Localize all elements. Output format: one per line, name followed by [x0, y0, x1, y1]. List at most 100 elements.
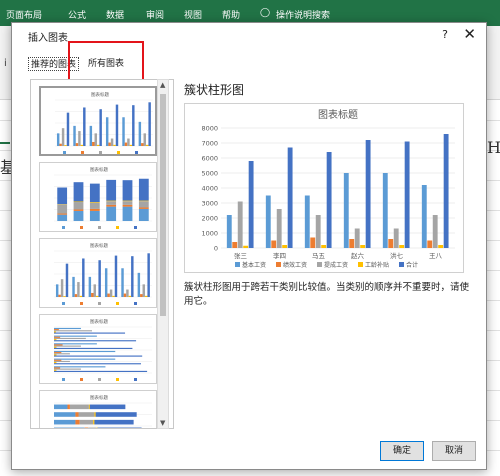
lightbulb-icon: ◯: [260, 8, 271, 18]
thumbnail-bar: [73, 201, 84, 203]
thumbnail-bar: [54, 330, 92, 332]
bar-0-0: [226, 215, 232, 248]
thumbnail-bar: [54, 332, 126, 334]
thumbnail-bar: [138, 207, 149, 209]
cancel-button[interactable]: 取消: [432, 441, 476, 461]
thumbnail-clustered-column[interactable]: 图表标题: [39, 86, 157, 156]
ribbon-tab-page-layout[interactable]: 页面布局: [6, 8, 42, 21]
thumbnail-bar: [57, 214, 68, 221]
thumbnail-bar: [96, 427, 98, 428]
thumbnail-bar: [94, 419, 134, 425]
thumbnail-bar: [94, 133, 97, 146]
thumbnail-bar: [89, 202, 100, 203]
thumbnail-bar: [110, 138, 114, 146]
thumbnail-bar: [99, 109, 102, 146]
thumbnail-legend-swatch: [80, 226, 83, 229]
thumbnail-chart: 图表标题: [55, 91, 153, 154]
thumbnail-bar: [92, 141, 95, 146]
thumbnail-legend-swatch: [99, 151, 102, 154]
thumbnail-bar: [106, 200, 117, 202]
thumbnail-bar: [54, 345, 81, 347]
help-button[interactable]: ?: [442, 28, 448, 41]
thumbnail-bar: [132, 105, 135, 146]
thumbnail-legend-swatch: [116, 378, 119, 381]
thumbnail-bar: [106, 204, 117, 207]
thumbnail-bar: [54, 355, 143, 357]
thumbnail-bar: [94, 412, 96, 417]
thumbnail-stacked-column[interactable]: 图表标题: [39, 162, 157, 232]
thumbnail-legend-swatch: [80, 378, 83, 381]
thumbnail-stacked-bar[interactable]: 图表标题: [39, 390, 157, 428]
thumbnail-legend-swatch: [98, 226, 101, 229]
x-tick-label: 王八: [429, 252, 443, 260]
bar-4-0: [248, 161, 254, 248]
scroll-thumb[interactable]: [160, 94, 166, 316]
ok-button[interactable]: 确定: [380, 441, 424, 461]
thumbnail-clustered-column-alt[interactable]: 图表标题: [39, 238, 157, 308]
thumbnail-bar: [73, 202, 84, 210]
thumbnail-bar: [57, 187, 68, 205]
thumbnail-bar: [96, 144, 100, 146]
thumbnail-chart: 图表标题: [54, 166, 152, 229]
thumbnail-bar: [80, 144, 84, 146]
thumbnail-bar: [73, 182, 84, 202]
thumbnail-bar: [123, 293, 127, 297]
thumbnail-bar: [75, 143, 79, 146]
chart-list-scrollbar[interactable]: ▲ ▼: [157, 79, 169, 429]
scroll-up-icon[interactable]: ▲: [160, 81, 165, 89]
thumbnail-chart: 图表标题: [54, 318, 152, 381]
thumbnail-bar: [138, 208, 149, 221]
thumbnail-bar: [83, 107, 86, 146]
thumbnail-bar: [122, 200, 133, 202]
ribbon-tab-formulas[interactable]: 公式: [68, 8, 86, 21]
thumbnail-legend-swatch: [98, 378, 101, 381]
thumbnail-bar: [88, 404, 90, 410]
ribbon-tab-review[interactable]: 审阅: [146, 8, 164, 21]
ribbon-tab-view[interactable]: 视图: [184, 8, 202, 21]
bar-2-1: [276, 209, 282, 248]
thumbnail-bar: [121, 268, 124, 297]
thumbnail-bar: [128, 295, 132, 297]
thumbnail-bar: [77, 282, 80, 297]
thumbnail-bar: [54, 360, 70, 363]
thumbnail-bar: [73, 125, 76, 146]
thumbnail-bar: [112, 295, 115, 297]
bar-1-0: [232, 242, 238, 248]
y-tick-label: 4000: [201, 185, 218, 193]
thumbnail-legend-swatch: [134, 378, 137, 381]
thumbnail-bar: [107, 293, 110, 297]
close-icon[interactable]: ✕: [463, 25, 476, 43]
thumbnail-bar: [54, 336, 61, 338]
thumbnail-bar: [54, 347, 133, 350]
thumbnail-bar: [147, 253, 150, 297]
legend-label-1: 绩效工资: [283, 261, 307, 269]
ribbon-tab-help[interactable]: 帮助: [222, 8, 240, 21]
thumbnail-bar: [54, 335, 97, 337]
x-tick-label: 洪七: [390, 251, 404, 260]
y-tick-label: 6000: [201, 155, 218, 163]
bar-1-1: [271, 240, 277, 248]
thumbnail-bar: [115, 104, 119, 146]
thumbnail-bar: [54, 370, 148, 373]
thumbnail-clustered-bar[interactable]: 图表标题: [39, 314, 157, 384]
bar-4-3: [365, 140, 371, 248]
insert-chart-dialog: 插入图表 ? ✕ 推荐的图表 所有图表 图表标题 图表标题 图表标题 图表标题 …: [11, 22, 487, 470]
bar-2-2: [315, 215, 321, 248]
bar-4-4: [404, 141, 410, 248]
thumbnail-bar: [122, 201, 133, 205]
thumbnail-bar: [54, 368, 81, 370]
thumbnail-bar: [54, 353, 70, 355]
bar-0-2: [304, 195, 310, 248]
thumbnail-bar: [89, 404, 126, 410]
thumbnail-bar: [113, 144, 116, 146]
thumbnail-bar: [75, 419, 80, 425]
thumbnail-bar: [54, 367, 61, 369]
thumbnail-bar: [55, 284, 59, 297]
ribbon-tab-data[interactable]: 数据: [106, 8, 124, 21]
thumbnail-bar: [54, 412, 76, 417]
tell-me-search[interactable]: 操作说明搜索: [276, 8, 330, 21]
y-tick-label: 3000: [201, 200, 218, 208]
scroll-down-icon[interactable]: ▼: [160, 419, 165, 427]
x-tick-label: 赵六: [351, 251, 365, 260]
thumbnail-title: 图表标题: [90, 166, 108, 173]
